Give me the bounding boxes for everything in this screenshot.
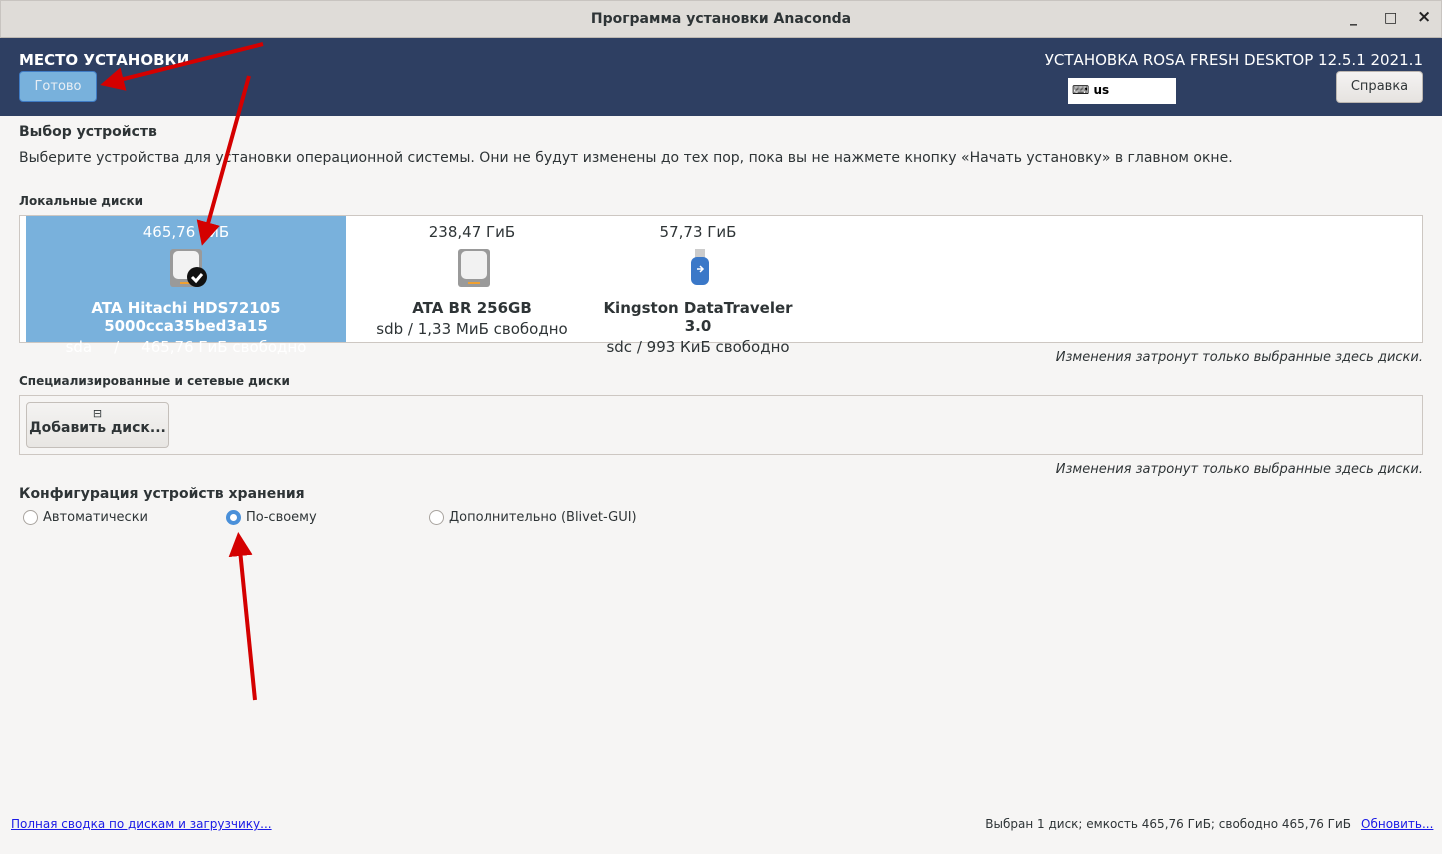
keyboard-icon: ⌨ (1072, 83, 1090, 97)
device-selection-description: Выберите устройства для установки операц… (19, 150, 1233, 166)
network-disks-panel: ⊟ Добавить диск... (19, 395, 1423, 455)
product-title: УСТАНОВКА ROSA FRESH DESKTOP 12.5.1 2021… (1044, 51, 1423, 69)
radio-custom[interactable]: По-своему (226, 510, 317, 525)
separator: / (636, 338, 642, 356)
disk-tile-sdb[interactable]: 238,47 ГиБ ATA BR 256GB sdb / 1,33 МиБ с… (356, 216, 588, 342)
keyboard-layout-indicator[interactable]: ⌨ us (1068, 78, 1176, 104)
local-disks-note: Изменения затронут только выбранные здес… (1055, 350, 1423, 365)
disk-free: 465,76 ГиБ свободно (141, 338, 307, 356)
radio-label: Дополнительно (Blivet-GUI) (449, 510, 637, 525)
separator: / (407, 320, 413, 338)
close-button[interactable]: × (1417, 7, 1431, 27)
storage-config-heading: Конфигурация устройств хранения (19, 486, 305, 502)
disk-icon: ⊟ (92, 407, 103, 420)
radio-advanced-blivet[interactable]: Дополнительно (Blivet-GUI) (429, 510, 637, 525)
disk-tile-sdc[interactable]: 57,73 ГиБ Kingston DataTraveler 3.0 sdc … (598, 216, 798, 356)
network-disks-label: Специализированные и сетевые диски (19, 374, 290, 388)
local-disks-label: Локальные диски (19, 194, 144, 208)
radio-label: По-своему (246, 510, 317, 525)
radio-button[interactable] (429, 510, 444, 525)
maximize-button[interactable]: □ (1384, 10, 1397, 26)
network-disks-note: Изменения затронут только выбранные здес… (1055, 462, 1423, 477)
disk-size: 238,47 ГиБ (428, 223, 516, 241)
disk-size: 57,73 ГиБ (659, 223, 737, 241)
radio-button[interactable] (226, 510, 241, 525)
help-button[interactable]: Справка (1336, 71, 1423, 103)
minimize-button[interactable]: _ (1350, 10, 1357, 26)
full-disk-summary-link[interactable]: Полная сводка по дискам и загрузчику... (11, 817, 272, 831)
disk-free: 993 КиБ свободно (646, 338, 790, 356)
selection-status: Выбран 1 диск; емкость 465,76 ГиБ; свобо… (985, 817, 1351, 831)
done-button[interactable]: Готово (19, 71, 97, 102)
add-disk-button[interactable]: ⊟ Добавить диск... (26, 402, 169, 448)
add-disk-label: Добавить диск... (29, 420, 166, 436)
disk-device: sdc (606, 338, 633, 356)
disk-name: ATA Hitachi HDS72105 5000cca35bed3a15 (91, 299, 281, 335)
radio-button[interactable] (23, 510, 38, 525)
usb-icon (680, 247, 716, 287)
disk-device: sdb (376, 320, 404, 338)
local-disks-panel: 465,76 ГиБ ATA Hitachi HDS72105 5000cca3… (19, 215, 1423, 356)
disk-device: sda (65, 338, 93, 356)
disk-name: ATA BR 256GB (412, 299, 532, 317)
radio-automatic[interactable]: Автоматически (23, 510, 148, 525)
device-selection-heading: Выбор устройств (19, 124, 157, 140)
checkmark-icon (187, 267, 207, 287)
refresh-link[interactable]: Обновить... (1361, 817, 1433, 831)
disk-size: 465,76 ГиБ (142, 223, 230, 241)
disk-free: 1,33 МиБ свободно (417, 320, 568, 338)
radio-label: Автоматически (43, 510, 149, 525)
keyboard-layout-label: us (1093, 83, 1110, 97)
hdd-icon (168, 247, 207, 287)
window-title: Программа установки Anaconda (590, 11, 852, 27)
header-bar: МЕСТО УСТАНОВКИ Готово УСТАНОВКА ROSA FR… (0, 38, 1442, 116)
disk-name: Kingston DataTraveler 3.0 (603, 299, 793, 335)
arrow-to-custom (228, 532, 257, 701)
disk-tile-sda[interactable]: 465,76 ГиБ ATA Hitachi HDS72105 5000cca3… (26, 216, 346, 356)
spoke-title: МЕСТО УСТАНОВКИ (19, 51, 190, 69)
window-titlebar: Программа установки Anaconda _ □ × (0, 0, 1442, 38)
hdd-icon (454, 247, 490, 287)
separator: / (114, 338, 120, 356)
